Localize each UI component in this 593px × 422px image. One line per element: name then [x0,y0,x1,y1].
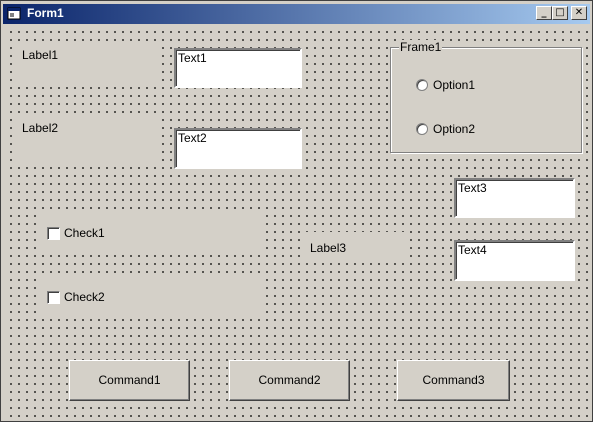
check1-control[interactable]: Check1 [39,212,261,254]
frame1-caption: Frame1 [399,40,443,54]
label3-area[interactable]: Label3 [305,232,405,262]
close-button[interactable]: ✕ [571,6,587,20]
text3-textbox[interactable]: Text3 [454,178,575,218]
maximize-button[interactable]: □ [552,6,568,20]
command3-button[interactable]: Command3 [397,360,510,401]
label3: Label3 [310,241,347,255]
text2-textbox[interactable]: Text2 [174,128,302,169]
check1-label: Check1 [64,226,105,240]
command2-button[interactable]: Command2 [229,360,350,401]
minimize-icon: _ [541,7,547,18]
option1-label: Option1 [433,78,476,92]
maximize-icon: □ [555,7,565,18]
option1-radio[interactable] [416,79,428,91]
title-bar[interactable]: Form1 _ □ ✕ [3,4,590,24]
label1-area[interactable]: Label1 [16,44,156,84]
label1: Label1 [22,48,59,62]
text4-textbox[interactable]: Text4 [454,240,575,281]
minimize-button[interactable]: _ [536,6,552,20]
command1-button[interactable]: Command1 [69,360,190,401]
form-icon [7,7,21,20]
check2-checkbox[interactable] [47,291,60,304]
option2-radio[interactable] [416,123,428,135]
close-icon: ✕ [574,7,584,18]
form-design-grid[interactable]: Label1 Text1 Label2 Text2 Frame1 Option1… [5,26,588,419]
text1-textbox[interactable]: Text1 [174,48,302,88]
label2: Label2 [22,121,59,135]
check1-checkbox[interactable] [47,227,60,240]
frame1[interactable]: Frame1 Option1 Option2 [390,40,582,153]
form-window: Form1 _ □ ✕ Label1 Text1 Label2 Text2 Fr… [0,0,593,422]
option2-label: Option2 [433,122,476,136]
check2-label: Check2 [64,290,105,304]
window-title: Form1 [27,6,64,20]
label2-area[interactable]: Label2 [16,116,156,164]
check2-control[interactable]: Check2 [39,276,261,318]
